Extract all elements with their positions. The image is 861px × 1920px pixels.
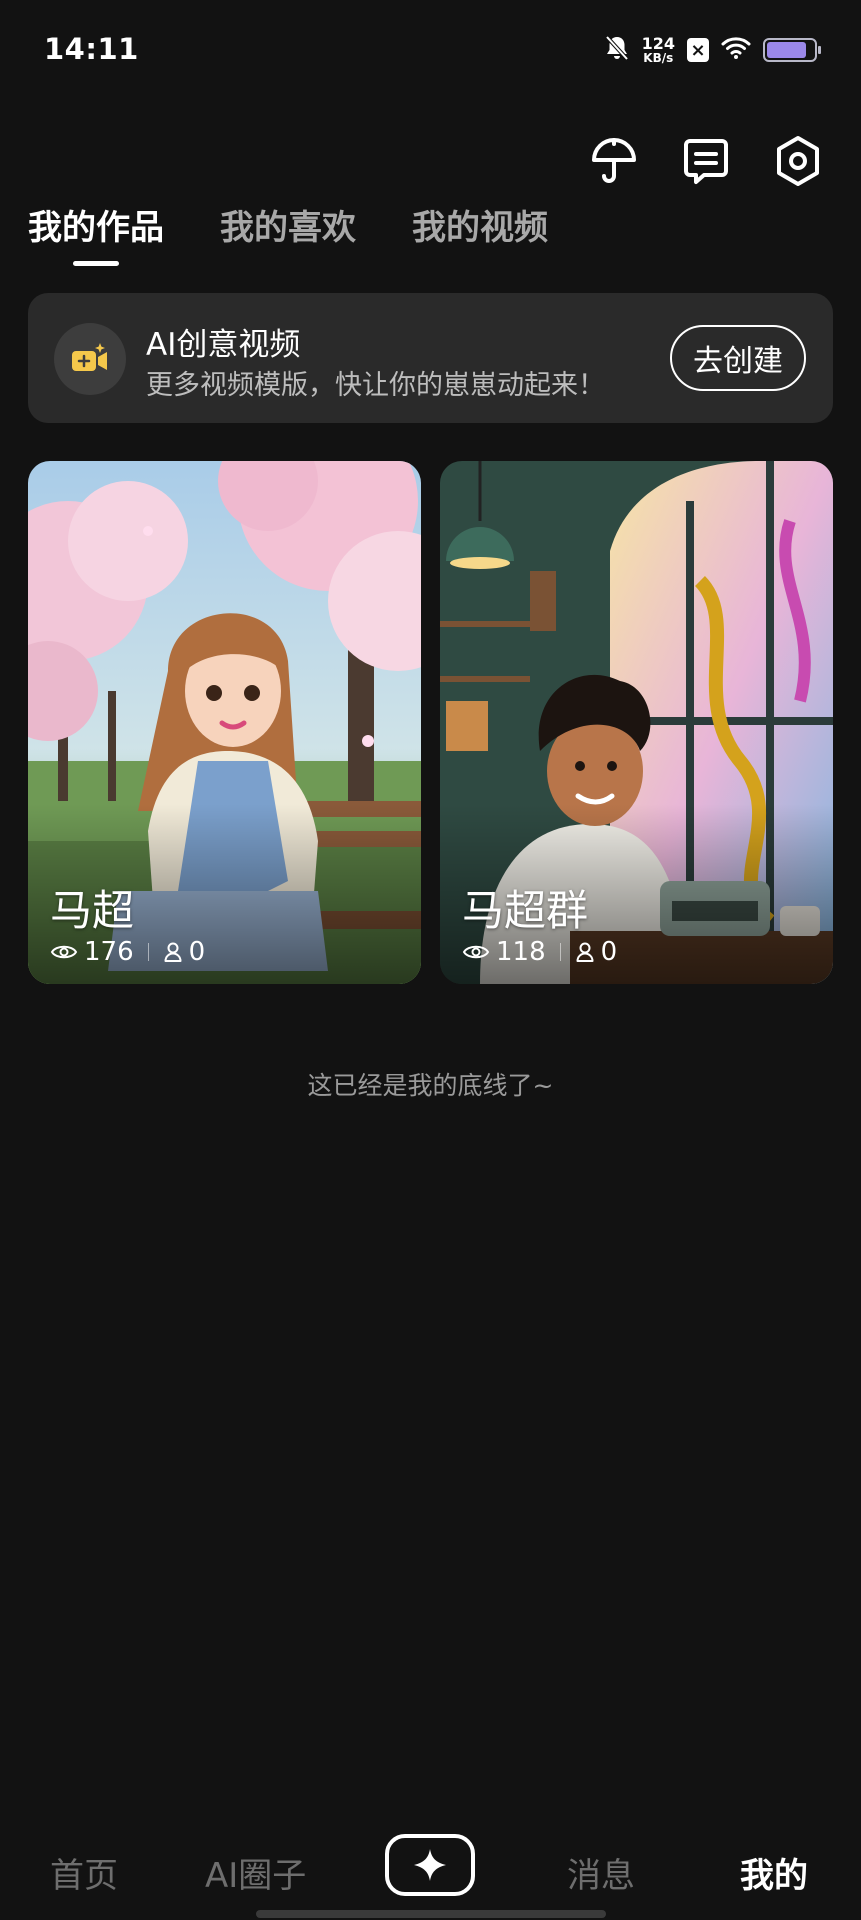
card-stats: 176 0 (50, 937, 205, 967)
status-time: 14:11 (44, 32, 139, 66)
message-icon[interactable] (681, 134, 731, 188)
settings-icon[interactable] (773, 134, 823, 188)
status-bar: 14:11 124 KB/s × (0, 0, 861, 100)
battery-level (767, 42, 807, 58)
view-count: 176 (84, 937, 134, 967)
nav-home[interactable]: 首页 (50, 1848, 118, 1897)
card-title: 马超 (50, 886, 135, 935)
member-count: 0 (188, 937, 206, 967)
bottom-nav: 首页 AI圈子 消息 我的 (0, 1820, 861, 1920)
sim-x-icon: × (687, 38, 709, 62)
work-card[interactable]: 马超 176 0 (28, 461, 421, 984)
nav-create-button[interactable] (385, 1834, 475, 1896)
member-count: 0 (600, 937, 618, 967)
video-sparkle-icon (54, 323, 126, 395)
tab-my-videos[interactable]: 我的视频 (412, 200, 548, 260)
top-actions (589, 134, 823, 188)
view-count: 118 (496, 937, 546, 967)
eye-icon (50, 942, 78, 962)
net-speed: 124 KB/s (641, 34, 675, 65)
stats-divider (559, 943, 561, 961)
banner-title: AI创意视频 (146, 327, 301, 363)
sparkle-icon (414, 1849, 446, 1881)
nav-ai-circle[interactable]: AI圈子 (205, 1848, 306, 1897)
card-stats: 118 0 (462, 937, 617, 967)
nav-me[interactable]: 我的 (740, 1848, 808, 1897)
wifi-icon (721, 36, 751, 64)
end-of-list-text: 这已经是我的底线了~ (307, 1071, 554, 1100)
umbrella-icon[interactable] (589, 134, 639, 188)
person-icon (575, 941, 595, 963)
battery-icon (763, 38, 821, 62)
status-icons: 124 KB/s × (604, 32, 821, 68)
tab-my-likes[interactable]: 我的喜欢 (220, 200, 356, 260)
content-tabs: 我的作品 我的喜欢 我的视频 (28, 200, 548, 266)
eye-icon (462, 942, 490, 962)
person-icon (163, 941, 183, 963)
active-tab-indicator (73, 261, 119, 266)
create-button[interactable]: 去创建 (670, 325, 806, 391)
ai-video-banner[interactable]: AI创意视频 更多视频模版，快让你的崽崽动起来！ 去创建 (28, 293, 833, 423)
profile-page: 14:11 124 KB/s × 我的作品 我的喜欢 我的视频 AI创意视频 更… (0, 0, 861, 1920)
tab-my-works[interactable]: 我的作品 (28, 200, 164, 266)
home-indicator (256, 1910, 606, 1918)
mute-bell-icon (604, 34, 630, 66)
nav-messages[interactable]: 消息 (567, 1848, 635, 1897)
stats-divider (147, 943, 149, 961)
banner-subtitle: 更多视频模版，快让你的崽崽动起来！ (146, 370, 605, 401)
work-card[interactable]: 马超群 118 0 (440, 461, 833, 984)
card-title: 马超群 (462, 886, 589, 935)
